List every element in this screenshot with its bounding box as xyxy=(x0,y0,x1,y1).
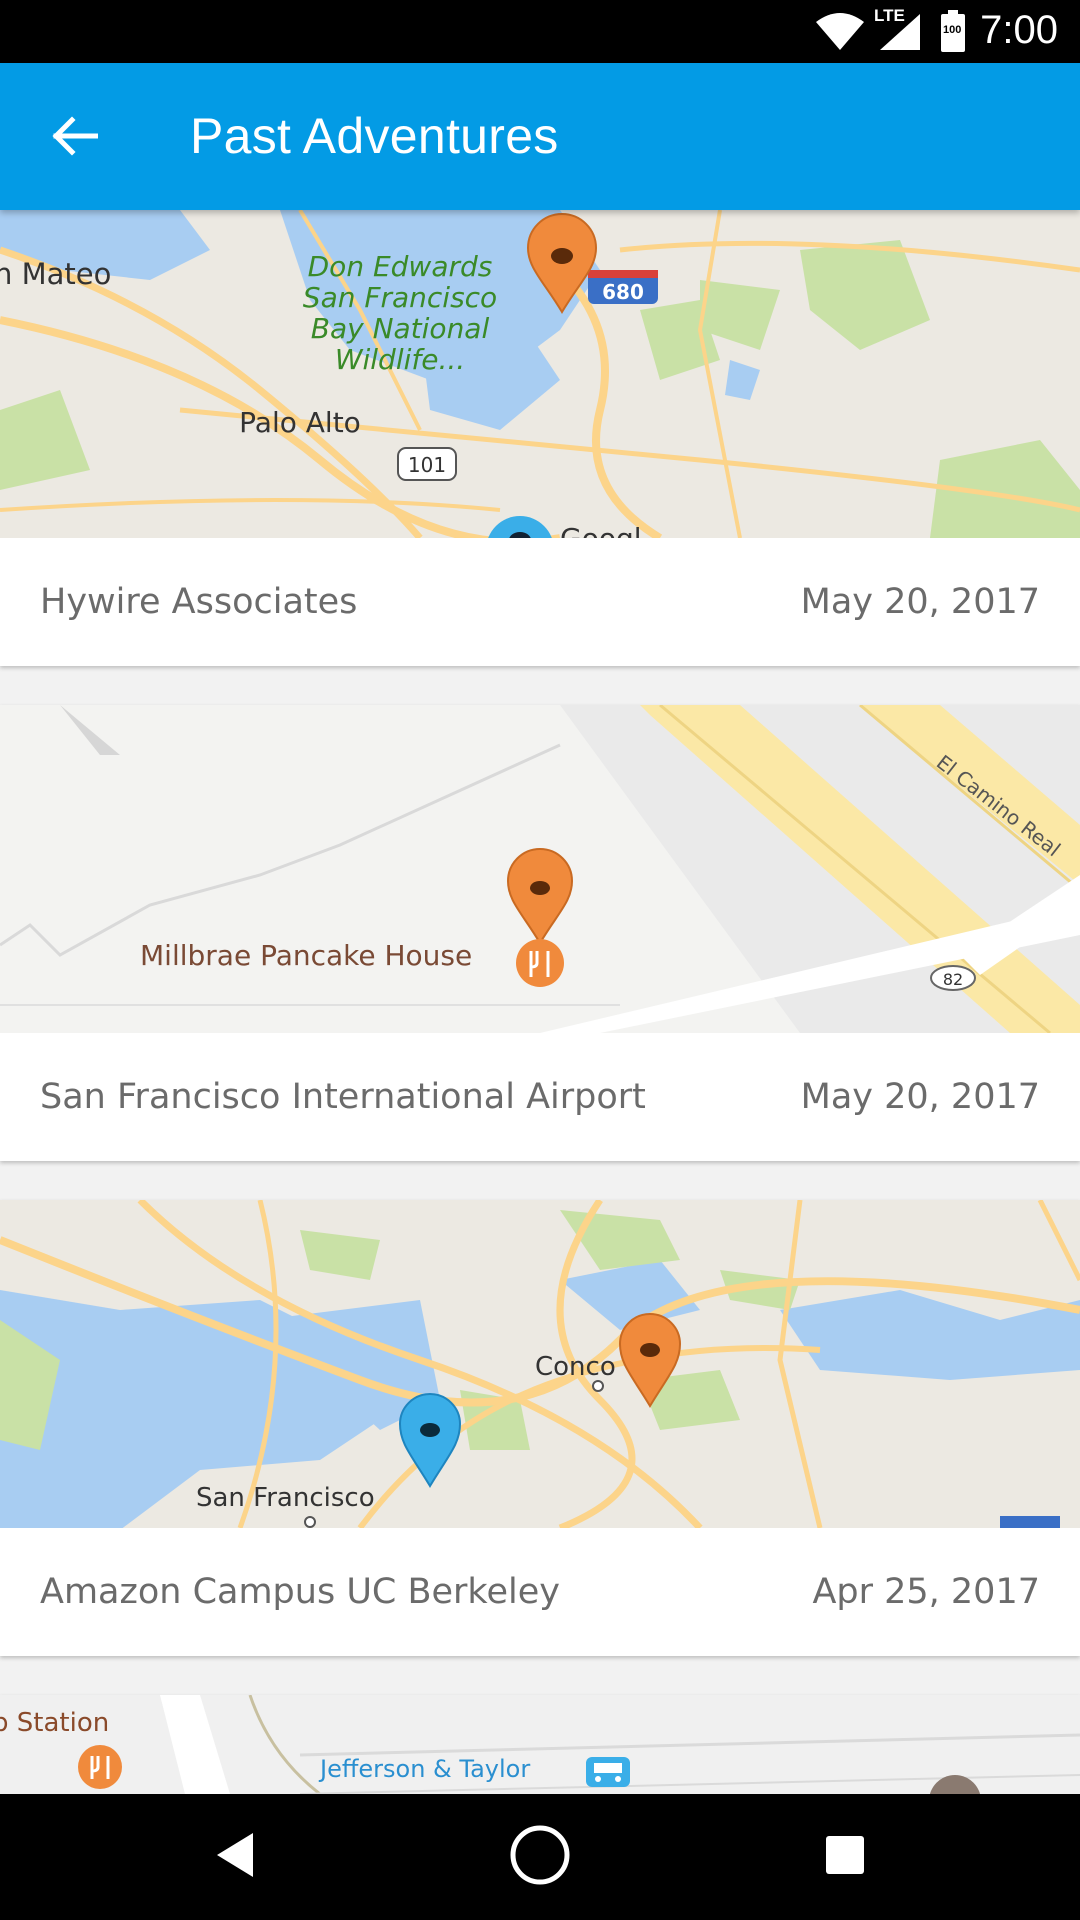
adventure-info: Amazon Campus UC Berkeley Apr 25, 2017 xyxy=(0,1528,1080,1656)
bus-stop-icon xyxy=(586,1757,630,1787)
nav-home-button[interactable] xyxy=(505,1822,575,1892)
nav-recents-button[interactable] xyxy=(810,1822,880,1892)
map-label: Palo Alto xyxy=(239,406,361,439)
circle-home-icon xyxy=(509,1824,571,1891)
back-button[interactable] xyxy=(34,103,114,173)
adventure-date: May 20, 2017 xyxy=(800,1077,1040,1117)
map-label: Wildlife... xyxy=(335,343,465,376)
wifi-icon xyxy=(814,12,866,57)
map-label: San Francisco xyxy=(196,1483,375,1513)
map-thumbnail: Conco San Francisco xyxy=(0,1200,1080,1528)
adventure-date: Apr 25, 2017 xyxy=(812,1572,1040,1612)
map-label: Bay National xyxy=(311,312,490,345)
map-thumbnail: n Mateo Don Edwards San Francisco Bay Na… xyxy=(0,210,1080,538)
adventure-info: Hywire Associates May 20, 2017 xyxy=(0,538,1080,666)
adventure-info: San Francisco International Airport May … xyxy=(0,1033,1080,1161)
app-bar: Past Adventures xyxy=(0,63,1080,210)
svg-text:Googl: Googl xyxy=(560,522,642,538)
page-title: Past Adventures xyxy=(190,108,559,164)
restaurant-icon xyxy=(78,1745,122,1789)
adventure-name: Amazon Campus UC Berkeley xyxy=(40,1572,560,1612)
adventure-card[interactable]: Conco San Francisco Amazon Campus UC Ber… xyxy=(0,1200,1080,1656)
highway-shield: 82 xyxy=(943,970,963,989)
adventure-name: Hywire Associates xyxy=(40,582,358,622)
map-thumbnail: 82 El Camino Real Millbrae Pancake House xyxy=(0,705,1080,1033)
adventure-card[interactable]: n Mateo Don Edwards San Francisco Bay Na… xyxy=(0,210,1080,666)
highway-shield: 101 xyxy=(408,453,446,477)
map-label: Millbrae Pancake House xyxy=(140,939,472,972)
highway-shield: 680 xyxy=(602,280,644,304)
restaurant-icon xyxy=(516,939,564,987)
map-thumbnail: b Station Jefferson & Taylor xyxy=(0,1695,1080,1794)
nav-back-button[interactable] xyxy=(200,1822,270,1892)
map-label: Don Edwards xyxy=(308,250,493,283)
network-type: LTE xyxy=(874,6,905,25)
battery-level: 100 xyxy=(943,24,962,36)
adventure-list[interactable]: n Mateo Don Edwards San Francisco Bay Na… xyxy=(0,210,1080,1794)
adventure-name: San Francisco International Airport xyxy=(40,1077,646,1117)
arrow-left-icon xyxy=(50,115,99,161)
adventure-date: May 20, 2017 xyxy=(800,582,1040,622)
map-label: n Mateo xyxy=(0,257,111,291)
square-recents-icon xyxy=(824,1834,866,1881)
triangle-back-icon xyxy=(213,1831,257,1884)
clock: 7:00 xyxy=(980,8,1058,52)
map-label: San Francisco xyxy=(303,281,497,314)
navigation-bar xyxy=(0,1794,1080,1920)
map-label: Conco xyxy=(535,1352,616,1382)
adventure-card[interactable]: b Station Jefferson & Taylor xyxy=(0,1695,1080,1794)
status-bar: LTE 100 7:00 xyxy=(0,0,1080,63)
map-label: b Station xyxy=(0,1708,109,1738)
adventure-card[interactable]: 82 El Camino Real Millbrae Pancake House… xyxy=(0,705,1080,1161)
map-label: Jefferson & Taylor xyxy=(318,1755,530,1783)
